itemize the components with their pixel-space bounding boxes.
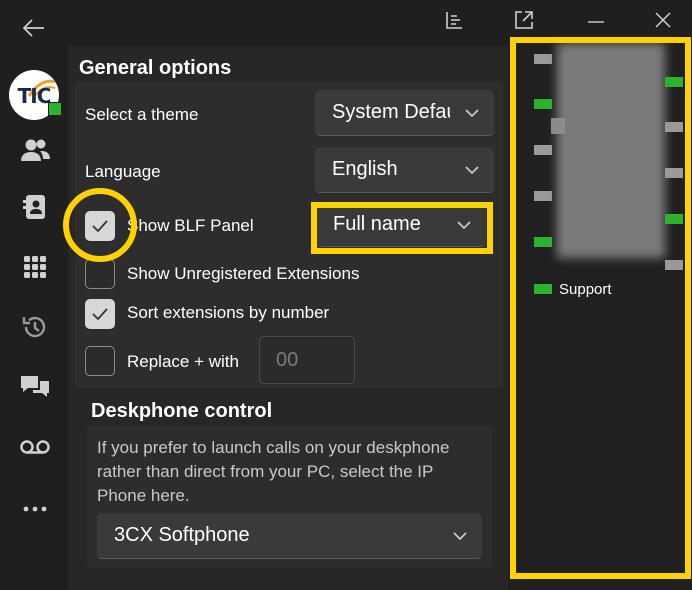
theme-label: Select a theme (85, 105, 199, 124)
replace-plus-checkbox[interactable] (85, 346, 115, 376)
history-icon (22, 316, 46, 338)
settings-content: General options Select a theme System De… (68, 46, 508, 590)
language-select[interactable]: English (315, 147, 494, 193)
chart-icon (446, 12, 462, 29)
rail-chat-button[interactable] (20, 372, 50, 402)
deskphone-description-line2: rather than direct from your PC, select … (97, 462, 434, 481)
deskphone-description-line3: Phone here. (97, 486, 190, 505)
theme-select-value: System Default (332, 101, 450, 123)
dialpad-icon (24, 256, 46, 278)
show-blf-label: Show BLF Panel (127, 216, 254, 235)
rail-more-button[interactable] (20, 494, 50, 524)
highlight-rectangle (311, 202, 493, 254)
close-button[interactable] (645, 4, 681, 36)
minimize-button[interactable] (578, 4, 614, 36)
navigation-rail: TIC (0, 46, 68, 590)
back-arrow-icon (23, 19, 44, 37)
chevron-down-icon (453, 531, 467, 540)
sort-by-number-label: Sort extensions by number (127, 303, 330, 322)
general-options-title: General options (79, 57, 232, 79)
back-button[interactable] (18, 14, 50, 42)
people-icon (21, 139, 50, 161)
theme-select[interactable]: System Default (315, 90, 494, 136)
checkmark-icon (92, 308, 108, 320)
show-unregistered-checkbox[interactable] (85, 259, 115, 289)
minimize-icon (588, 21, 604, 23)
language-label: Language (85, 162, 161, 181)
rail-voicemail-button[interactable] (20, 432, 50, 462)
deskphone-control-title: Deskphone control (91, 400, 273, 422)
presence-status-dot (48, 102, 62, 116)
language-select-value: English (332, 158, 398, 180)
rail-dialpad-button[interactable] (20, 252, 50, 282)
deskphone-device-value: 3CX Softphone (114, 524, 250, 546)
rail-people-button[interactable] (20, 135, 50, 165)
contacts-icon (23, 195, 45, 219)
rail-history-button[interactable] (20, 312, 50, 342)
close-icon (655, 12, 671, 28)
deskphone-device-select[interactable]: 3CX Softphone (97, 513, 482, 559)
more-icon (23, 506, 47, 512)
chevron-down-icon (465, 165, 479, 174)
highlight-panel-frame (510, 37, 691, 579)
sort-by-number-checkbox[interactable] (85, 299, 115, 329)
show-unregistered-label: Show Unregistered Extensions (127, 264, 360, 283)
chat-icon (21, 376, 49, 397)
replace-plus-label: Replace + with (127, 352, 239, 371)
highlight-circle (63, 188, 137, 262)
voicemail-icon (20, 440, 50, 454)
popout-button[interactable] (506, 4, 542, 36)
rail-contacts-button[interactable] (20, 192, 50, 222)
chevron-down-icon (465, 108, 479, 117)
popout-icon (515, 11, 533, 29)
deskphone-description-line1: If you prefer to launch calls on your de… (97, 438, 450, 457)
replace-plus-input[interactable]: 00 (259, 336, 355, 384)
chart-button[interactable] (436, 4, 472, 36)
